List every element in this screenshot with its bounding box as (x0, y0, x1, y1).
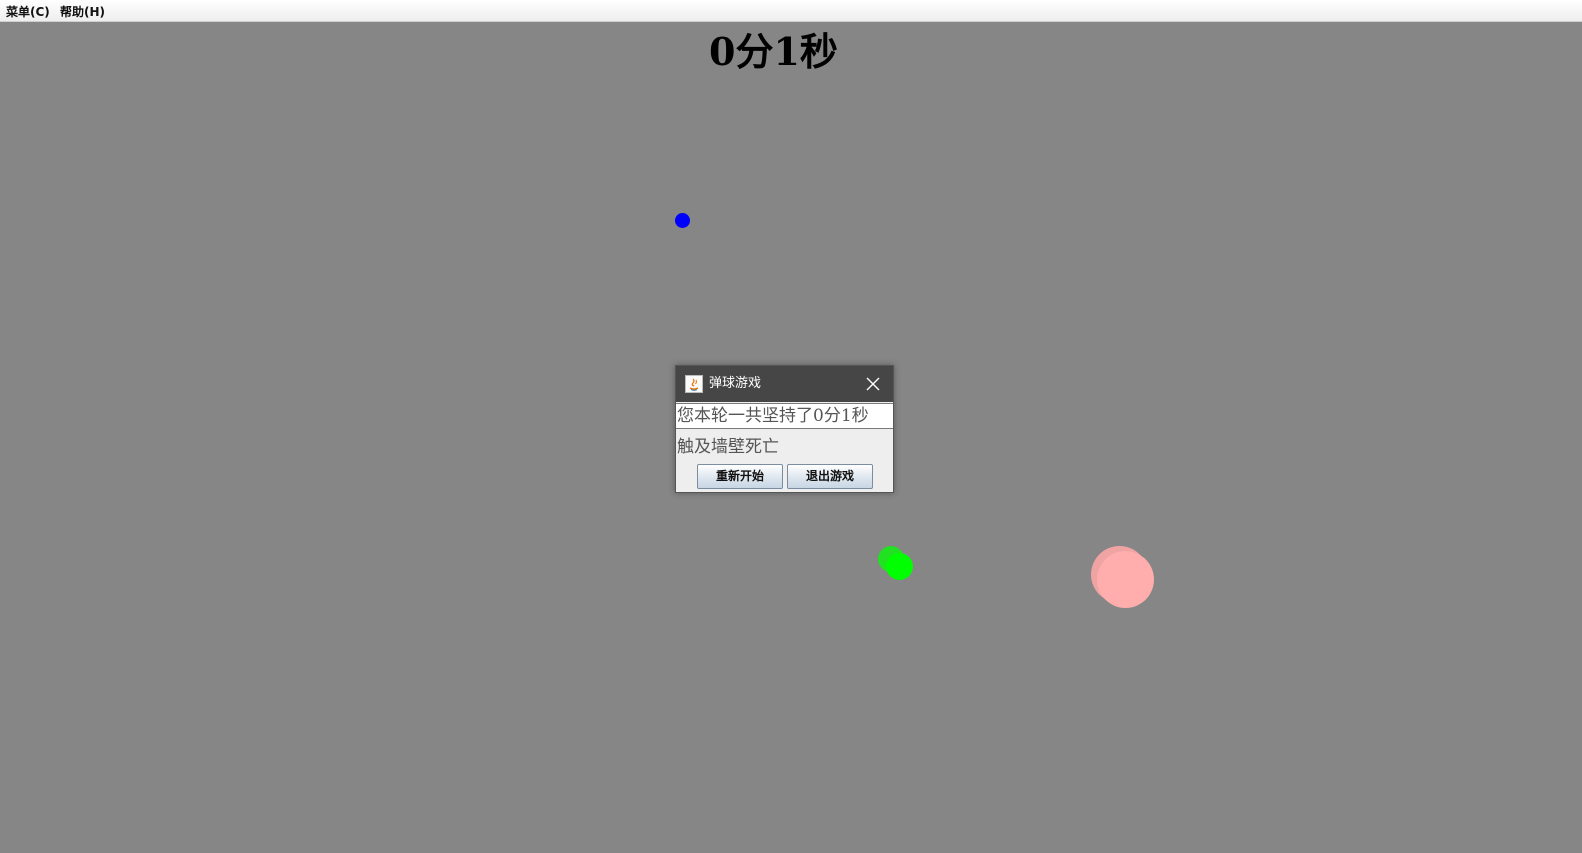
menu-bar: 菜单(C) 帮助(H) (0, 0, 1582, 22)
game-window: 菜单(C) 帮助(H) 0分1秒 弹球游戏 您本轮一共坚持了0分1秒 触及墙壁死… (0, 0, 1582, 853)
menu-item-help[interactable]: 帮助(H) (60, 3, 105, 20)
game-over-dialog: 弹球游戏 您本轮一共坚持了0分1秒 触及墙壁死亡 重新开始 退出游戏 (675, 365, 894, 493)
blue-ball (675, 213, 690, 228)
death-reason: 触及墙壁死亡 (677, 437, 779, 457)
pink-ball (1097, 551, 1154, 608)
dialog-titlebar[interactable]: 弹球游戏 (676, 366, 893, 402)
close-icon[interactable] (863, 374, 883, 394)
green-ball (886, 553, 913, 580)
elapsed-time: 0分1秒 (709, 29, 838, 74)
java-icon (685, 375, 703, 393)
dialog-title: 弹球游戏 (709, 376, 762, 391)
result-message: 您本轮一共坚持了0分1秒 (676, 403, 893, 429)
quit-button[interactable]: 退出游戏 (787, 464, 873, 489)
menu-item-menu[interactable]: 菜单(C) (6, 3, 50, 20)
restart-button[interactable]: 重新开始 (697, 464, 783, 489)
